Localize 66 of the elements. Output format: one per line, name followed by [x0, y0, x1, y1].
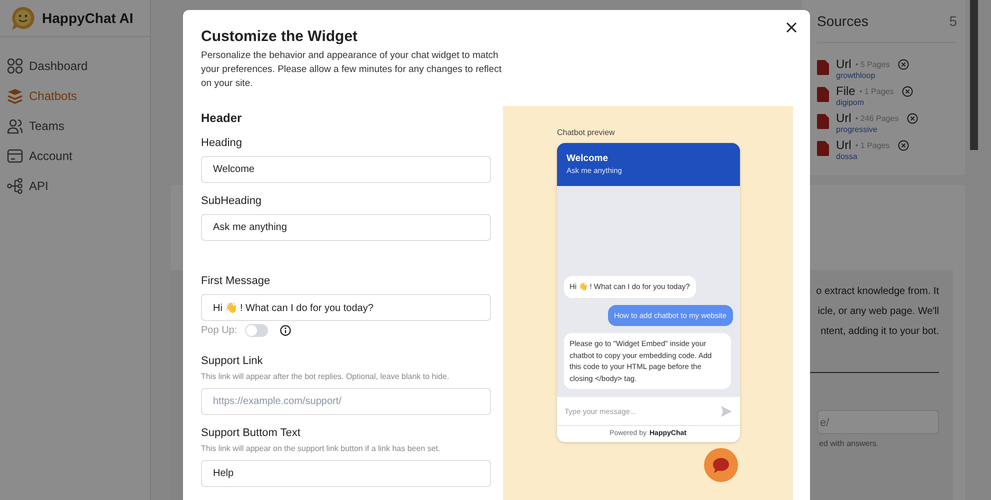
source-link[interactable]: dossa — [836, 152, 909, 161]
modal-description: Personalize the behavior and appearance of your chat widget to match your preferences. Please allow a few minutes for any changes to reflect on your site. — [201, 49, 502, 91]
pdf-file-icon — [817, 87, 829, 102]
section-heading: Header — [201, 111, 243, 125]
source-pages: • 246 Pages — [855, 114, 899, 122]
close-icon — [786, 22, 797, 33]
text-field[interactable]: https://example.com/support/ — [201, 388, 491, 415]
text-field[interactable]: Help — [201, 460, 491, 487]
url-field[interactable]: e/ — [817, 410, 939, 434]
layers-icon — [7, 88, 23, 104]
info-icon — [280, 325, 292, 336]
scrollbar[interactable] — [970, 0, 978, 150]
field-label: Support Link — [201, 355, 264, 367]
sources-count: 5 — [949, 13, 957, 29]
smiley-logo-icon — [10, 5, 36, 31]
source-pages: • 1 Pages — [859, 86, 894, 96]
people-icon — [7, 118, 23, 134]
toggle-label: Pop Up: — [201, 325, 238, 336]
text-field[interactable]: Welcome — [201, 156, 491, 183]
description-text: o extract knowledge from. It — [816, 285, 939, 299]
card-icon — [7, 148, 23, 164]
chat-launcher-button[interactable] — [704, 448, 738, 482]
tree-icon — [7, 178, 23, 194]
text-field[interactable]: Ask me anything — [201, 214, 491, 241]
pdf-file-icon — [817, 114, 829, 129]
sidebar-item[interactable]: Dashboard — [0, 51, 150, 81]
source-pages: • 1 Pages — [855, 140, 890, 150]
source-link[interactable]: digipom — [836, 98, 913, 107]
field-label: First Message — [201, 275, 272, 287]
speech-bubble-icon — [712, 456, 730, 474]
remove-icon — [898, 58, 909, 70]
preview-label: Chatbot preview — [557, 128, 616, 137]
remove-icon — [906, 112, 918, 124]
description-text: icle, or any web page. We'll — [818, 305, 939, 319]
widget-heading: Welcome — [566, 153, 610, 164]
pdf-file-icon — [817, 141, 829, 156]
source-type: Url — [836, 111, 852, 125]
source-link[interactable]: progressive — [836, 125, 918, 134]
sidebar-item[interactable]: Teams — [0, 111, 150, 141]
source-type: File — [836, 84, 856, 98]
sources-title: Sources — [817, 13, 868, 29]
source-type: Url — [836, 138, 852, 152]
modal-title: Customize the Widget — [201, 28, 359, 45]
sidebar-item[interactable]: API — [0, 171, 150, 201]
grid-icon — [7, 58, 23, 74]
hint-text: This link will appear on the support link button if a link has been set. — [201, 444, 442, 453]
sidebar-item[interactable]: Chatbots — [0, 81, 150, 111]
source-link[interactable]: growthloop — [836, 71, 909, 80]
source-pages: • 5 Pages — [855, 60, 890, 68]
hint-text: This link will appear after the bot replies. Optional, leave blank to hide. — [201, 372, 450, 381]
pdf-file-icon — [817, 60, 829, 75]
field-label: SubHeading — [201, 195, 263, 207]
source-type: Url — [836, 57, 852, 71]
send-button[interactable] — [716, 397, 740, 425]
remove-icon — [898, 140, 909, 150]
hint-text: ed with answers. — [819, 439, 880, 448]
app-name: HappyChat AI — [42, 10, 134, 26]
description-text: ntent, adding it to your bot. — [820, 325, 939, 339]
close-button[interactable] — [785, 21, 798, 34]
field-label: Support Buttom Text — [201, 427, 302, 439]
toggle-switch[interactable] — [245, 324, 268, 337]
field-label: Heading — [201, 137, 243, 149]
remove-icon — [902, 86, 913, 96]
text-field[interactable]: Hi 👋 ! What can I do for you today? — [201, 294, 491, 321]
send-icon — [720, 406, 732, 416]
sidebar-item[interactable]: Account — [0, 141, 150, 171]
